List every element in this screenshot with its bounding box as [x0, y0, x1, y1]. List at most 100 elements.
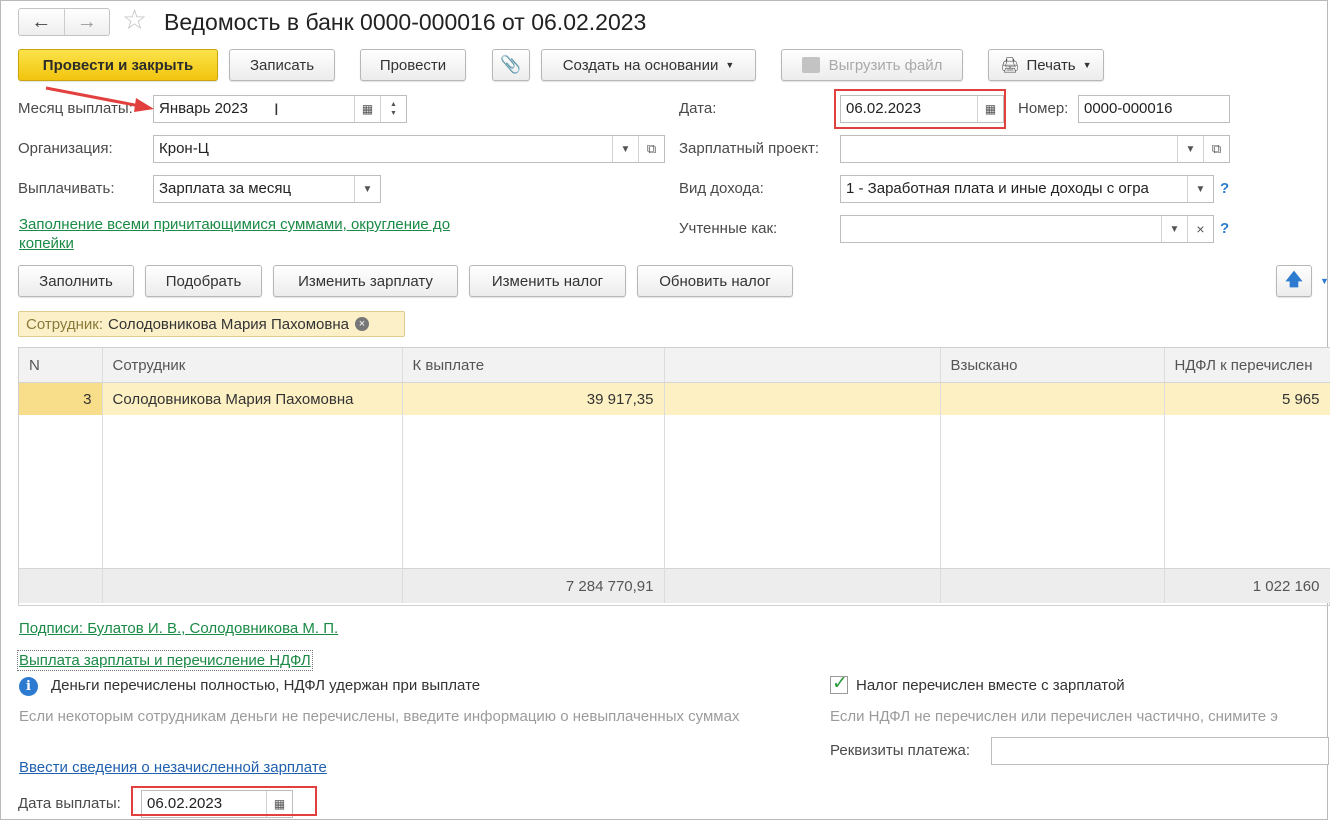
employee-filter-chip[interactable]: Сотрудник: Солодовникова Мария Пахомовна…: [18, 311, 405, 337]
create-based-on-label: Создать на основании: [562, 56, 719, 74]
salary-project-input[interactable]: ▼ ⧉: [840, 135, 1230, 163]
table-row[interactable]: 3 Солодовникова Мария Пахомовна 39 917,3…: [19, 382, 1330, 415]
spin-up-icon: ▲: [390, 101, 397, 108]
pay-dropdown-button[interactable]: ▼: [354, 176, 380, 202]
arrow-left-icon: ←: [31, 11, 52, 33]
dropdown-arrow-icon: ▼: [1082, 60, 1092, 70]
printer-icon: 🖨: [1000, 57, 1020, 74]
save-button[interactable]: Записать: [229, 49, 335, 81]
organization-dropdown-button[interactable]: ▼: [612, 136, 638, 162]
cell-blank[interactable]: [664, 382, 941, 415]
favorite-star-icon[interactable]: ☆: [122, 6, 147, 34]
footer-to-pay-total: 7 284 770,91: [402, 568, 665, 603]
footer-ndfl-total: 1 022 160: [1164, 568, 1330, 603]
table-footer-row: 7 284 770,91 1 022 160: [19, 568, 1330, 603]
organization-label: Организация:: [18, 140, 113, 157]
salary-project-dropdown-button[interactable]: ▼: [1177, 136, 1203, 162]
accounted-as-clear-button[interactable]: ×: [1187, 216, 1213, 242]
month-calendar-button[interactable]: ▦: [354, 96, 380, 122]
fill-button[interactable]: Заполнить: [18, 265, 134, 297]
payment-hint: Если некоторым сотрудникам деньги не пер…: [19, 708, 740, 725]
post-button[interactable]: Провести: [360, 49, 466, 81]
checkmark-icon: ✓: [832, 673, 848, 694]
dropdown-arrow-icon: ▼: [1195, 183, 1206, 195]
calendar-icon: ▦: [361, 102, 374, 116]
arrow-up-icon: 🡅: [1285, 269, 1303, 289]
income-type-dropdown-button[interactable]: ▼: [1187, 176, 1213, 202]
cell-n[interactable]: 3: [19, 382, 103, 415]
attachment-button[interactable]: 📎: [492, 49, 530, 81]
salary-project-open-button[interactable]: ⧉: [1203, 136, 1229, 162]
number-input[interactable]: 0000-000016: [1078, 95, 1230, 123]
header-n[interactable]: N: [19, 348, 103, 383]
post-and-close-button[interactable]: Провести и закрыть: [18, 49, 218, 81]
filter-label: Сотрудник:: [26, 315, 104, 333]
income-help-icon[interactable]: ?: [1220, 180, 1229, 197]
open-window-icon: ⧉: [1211, 141, 1222, 156]
forward-button[interactable]: →: [65, 9, 110, 35]
print-button[interactable]: 🖨 Печать ▼: [988, 49, 1104, 81]
tax-checkbox[interactable]: ✓: [830, 673, 848, 694]
create-based-on-button[interactable]: Создать на основании ▼: [541, 49, 756, 81]
red-arrow-annotation: [45, 86, 154, 112]
cell-collected[interactable]: [940, 382, 1165, 415]
payment-section-link[interactable]: Выплата зарплаты и перечисление НДФЛ: [17, 650, 313, 671]
header-collected[interactable]: Взыскано: [940, 348, 1165, 383]
footer-n: [19, 568, 103, 603]
pick-button[interactable]: Подобрать: [145, 265, 262, 297]
dropdown-arrow-icon: ▼: [620, 143, 631, 155]
remove-filter-icon[interactable]: ×: [355, 317, 369, 331]
table-empty-area: [19, 415, 1330, 569]
dropdown-arrow-icon: ▼: [725, 60, 735, 70]
update-tax-button[interactable]: Обновить налог: [637, 265, 793, 297]
footer-employee: [102, 568, 403, 603]
income-type-select[interactable]: 1 - Заработная плата и иные доходы с огр…: [840, 175, 1214, 203]
organization-input[interactable]: Крон-Ц ▼ ⧉: [153, 135, 665, 163]
pay-select[interactable]: Зарплата за месяц ▼: [153, 175, 381, 203]
export-file-button[interactable]: Выгрузить файл: [781, 49, 963, 81]
salary-project-label: Зарплатный проект:: [679, 140, 820, 157]
pay-date-label: Дата выплаты:: [18, 795, 121, 812]
number-value: 0000-000016: [1084, 100, 1173, 117]
date-highlight-box: [834, 89, 1006, 129]
back-button[interactable]: ←: [19, 9, 65, 35]
accounted-as-input[interactable]: ▼ ×: [840, 215, 1214, 243]
pay-value: Зарплата за месяц: [159, 180, 292, 197]
arrow-right-icon: →: [76, 11, 97, 33]
fill-settings-link[interactable]: Заполнение всеми причитающимися суммами,…: [19, 216, 450, 233]
header-employee[interactable]: Сотрудник: [102, 348, 403, 383]
dropdown-arrow-icon: ▼: [1169, 223, 1180, 235]
requisites-label: Реквизиты платежа:: [830, 742, 970, 759]
header-to-pay[interactable]: К выплате: [402, 348, 665, 383]
table-header-row: N Сотрудник К выплате Взыскано НДФЛ к пе…: [19, 348, 1330, 383]
signatures-link[interactable]: Подписи: Булатов И. В., Солодовникова М.…: [19, 620, 338, 637]
tax-hint: Если НДФЛ не перечислен или перечислен ч…: [830, 708, 1278, 725]
nav-back-forward-group: ← →: [18, 8, 110, 36]
month-spin-button[interactable]: ▲ ▼: [380, 96, 406, 122]
header-ndfl[interactable]: НДФЛ к перечислен: [1164, 348, 1330, 383]
accounted-as-dropdown-button[interactable]: ▼: [1161, 216, 1187, 242]
cell-ndfl[interactable]: 5 965: [1164, 382, 1330, 415]
cell-employee[interactable]: Солодовникова Мария Пахомовна: [102, 382, 403, 415]
month-input[interactable]: Январь 2023 ▦ ▲ ▼: [153, 95, 407, 123]
tax-checkbox-label[interactable]: Налог перечислен вместе с зарплатой: [856, 677, 1125, 694]
export-file-label: Выгрузить файл: [828, 56, 943, 74]
change-salary-button[interactable]: Изменить зарплату: [273, 265, 458, 297]
organization-open-button[interactable]: ⧉: [638, 136, 664, 162]
filter-value: Солодовникова Мария Пахомовна: [108, 315, 349, 333]
header-blank: [664, 348, 941, 383]
clear-x-icon: ×: [1196, 221, 1205, 237]
change-tax-button[interactable]: Изменить налог: [469, 265, 626, 297]
info-icon: i: [19, 677, 38, 696]
move-up-button[interactable]: 🡅: [1276, 265, 1312, 297]
accounted-help-icon[interactable]: ?: [1220, 220, 1229, 237]
footer-blank: [664, 568, 941, 603]
fill-settings-link-cont[interactable]: копейки: [19, 235, 74, 252]
text-cursor-icon: I: [274, 100, 279, 119]
requisites-input[interactable]: [991, 737, 1329, 765]
organization-value: Крон-Ц: [159, 140, 209, 157]
footer-collected: [940, 568, 1165, 603]
more-dropdown-icon[interactable]: ▼: [1320, 276, 1329, 286]
unaccrued-salary-link[interactable]: Ввести сведения о незачисленной зарплате: [19, 759, 327, 776]
cell-to-pay[interactable]: 39 917,35: [402, 382, 665, 415]
